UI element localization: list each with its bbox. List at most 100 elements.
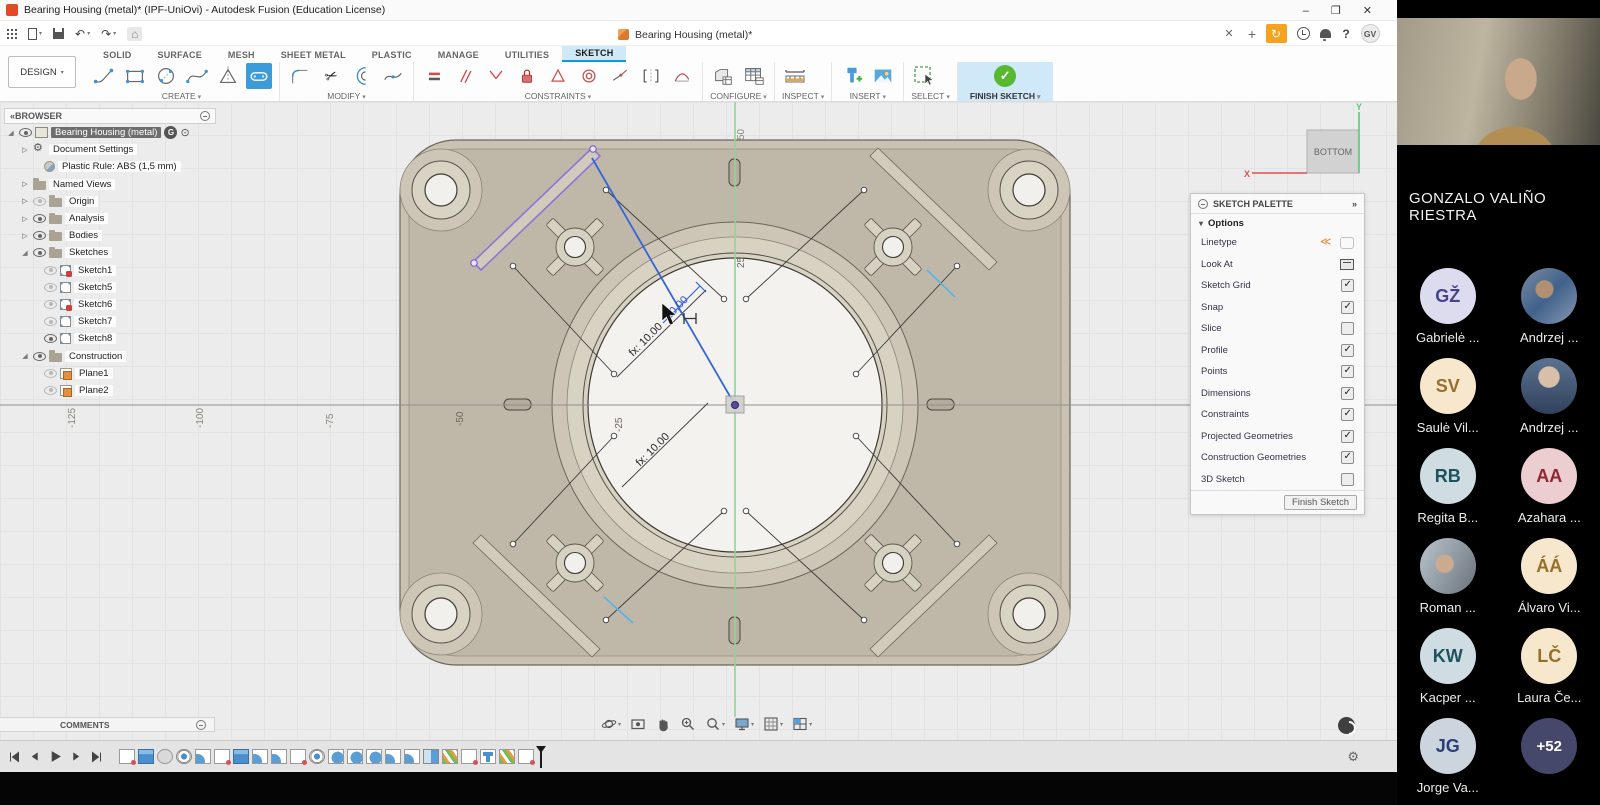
browser-node-label[interactable]: Document Settings <box>49 144 137 155</box>
comments-minus-icon[interactable] <box>196 720 206 730</box>
timeline-feature-icon[interactable] <box>518 749 534 764</box>
browser-row[interactable]: Analysis ⊙ <box>4 210 216 227</box>
browser-node-label[interactable]: Sketch8 <box>74 333 116 344</box>
browser-row[interactable]: Sketch5 ⊙ <box>4 279 216 296</box>
palette-option-control[interactable] <box>1341 430 1354 443</box>
browser-node-label[interactable]: Sketch7 <box>74 316 116 327</box>
view-cube[interactable]: BOTTOM X Y <box>1244 102 1362 179</box>
palette-option-control[interactable] <box>1341 344 1354 357</box>
timeline-feature-icon[interactable] <box>423 749 439 764</box>
pan-button[interactable] <box>652 714 674 734</box>
palette-option-control[interactable] <box>1340 259 1354 270</box>
browser-row[interactable]: Plastic Rule: ABS (1,5 mm) ⊙ <box>4 158 216 175</box>
browser-row[interactable]: Sketch1 ⊙ <box>4 262 216 279</box>
browser-row[interactable]: Sketch8 ⊙ <box>4 330 216 347</box>
browser-minus-icon[interactable] <box>200 111 210 121</box>
play-button[interactable] <box>49 750 62 763</box>
browser-row[interactable]: Origin ⊙ <box>4 193 216 210</box>
participant-tile[interactable]: KW Kacper ... <box>1399 628 1497 714</box>
timeline-feature-icon[interactable] <box>404 749 420 764</box>
browser-node-label[interactable]: Sketches <box>65 247 112 258</box>
timeline-feature-icon[interactable] <box>366 749 382 764</box>
timeline-feature-icon[interactable] <box>309 749 325 764</box>
participant-tile[interactable]: JG Jorge Va... <box>1399 718 1497 804</box>
ribbon-tab[interactable]: MANAGE <box>425 48 492 62</box>
visibility-eye-icon[interactable] <box>44 300 57 309</box>
look-at-button[interactable] <box>627 714 649 734</box>
create-group-label[interactable]: CREATE <box>91 90 272 101</box>
participant-tile[interactable]: Andrzej ... <box>1500 358 1598 444</box>
new-tab-button[interactable]: + <box>1243 21 1261 46</box>
timeline-feature-icon[interactable] <box>233 749 249 764</box>
palette-minus-icon[interactable] <box>1198 199 1208 209</box>
visibility-eye-icon[interactable] <box>33 248 46 257</box>
comments-bar[interactable]: COMMENTS <box>0 717 215 732</box>
browser-row[interactable]: Plane2 ⊙ <box>4 382 216 399</box>
orbit-button[interactable]: ▾ <box>598 714 624 734</box>
participant-tile[interactable]: AA Azahara ... <box>1500 448 1598 534</box>
browser-row[interactable]: Named Views ⊙ <box>4 176 216 193</box>
undo-button[interactable]: ↶▾ <box>75 27 90 41</box>
palette-option-control[interactable] <box>1341 322 1354 335</box>
timeline-feature-icon[interactable] <box>176 749 192 764</box>
visibility-eye-icon[interactable] <box>19 128 32 137</box>
ribbon-tab[interactable]: PLASTIC <box>359 48 425 62</box>
browser-node-label[interactable]: Plane2 <box>75 385 113 396</box>
browser-node-label[interactable]: Plane1 <box>75 368 113 379</box>
workspace-selector[interactable]: DESIGN▾ <box>8 56 76 88</box>
constraints-group-label[interactable]: CONSTRAINTS <box>421 90 695 101</box>
tab-close-button[interactable]: ✕ <box>1220 21 1238 46</box>
account-avatar[interactable]: GV <box>1358 21 1382 46</box>
offset-tool[interactable] <box>349 63 375 89</box>
participant-tile[interactable]: GŽ Gabrielė ... <box>1399 268 1497 354</box>
corner-hole[interactable] <box>400 573 482 655</box>
palette-header[interactable]: SKETCH PALETTE » <box>1191 194 1364 214</box>
sketch-origin[interactable] <box>726 396 744 413</box>
expand-arrow-icon[interactable] <box>20 180 30 188</box>
configuration-tool[interactable] <box>710 63 736 89</box>
minimize-button[interactable]: – <box>1303 5 1309 17</box>
browser-header[interactable]: « BROWSER <box>4 108 216 124</box>
insert-group-label[interactable]: INSERT <box>839 90 896 101</box>
job-status-icon[interactable]: ↻ <box>1264 21 1288 46</box>
palette-option-control[interactable] <box>1341 365 1354 378</box>
horizontal-vertical-constraint[interactable] <box>421 63 447 89</box>
speaker-video[interactable] <box>1397 18 1600 145</box>
insert-fastener-tool[interactable] <box>839 63 865 89</box>
visibility-eye-icon[interactable] <box>44 266 57 275</box>
browser-row[interactable]: Sketch6 ⊙ <box>4 296 216 313</box>
expand-arrow-icon[interactable] <box>20 215 30 223</box>
browser-row[interactable]: Document Settings ⊙ <box>4 141 216 158</box>
home-button[interactable]: ⌂ <box>127 27 142 41</box>
trim-tool[interactable]: ✂ <box>318 63 344 89</box>
circle-tool[interactable] <box>153 63 179 89</box>
ribbon-tab[interactable]: SURFACE <box>145 48 215 62</box>
modify-group-label[interactable]: MODIFY <box>287 90 406 101</box>
expand-arrow-icon[interactable] <box>20 197 30 205</box>
palette-dock-icon[interactable]: » <box>1352 199 1357 209</box>
browser-node-label[interactable]: Sketch6 <box>74 299 116 310</box>
save-button[interactable] <box>53 28 64 39</box>
visibility-eye-icon[interactable] <box>33 197 46 206</box>
select-tool[interactable] <box>911 63 937 89</box>
selected-endpoint[interactable] <box>590 146 596 152</box>
browser-node-label[interactable]: Plastic Rule: ABS (1,5 mm) <box>58 161 181 172</box>
rectangle-tool[interactable] <box>122 63 148 89</box>
ribbon-tab[interactable]: SKETCH <box>562 46 626 62</box>
timeline-position-marker[interactable] <box>536 746 546 768</box>
perpendicular-constraint[interactable] <box>483 63 509 89</box>
curvature-constraint[interactable] <box>669 63 695 89</box>
skip-to-end-button[interactable] <box>91 751 103 763</box>
line-tool[interactable] <box>91 63 117 89</box>
expand-arrow-icon[interactable] <box>20 352 30 360</box>
spline-tool[interactable] <box>184 63 210 89</box>
parallel-constraint[interactable] <box>452 63 478 89</box>
step-forward-button[interactable] <box>71 751 82 762</box>
fillet-tool[interactable] <box>287 63 313 89</box>
participant-tile[interactable]: SV Saulė Vil... <box>1399 358 1497 444</box>
options-section-header[interactable]: Options <box>1191 214 1364 232</box>
assistant-icon[interactable] <box>1338 717 1355 734</box>
browser-node-label[interactable]: Bodies <box>65 230 102 241</box>
timeline-feature-icon[interactable] <box>195 749 211 764</box>
participant-tile[interactable]: RB Regita B... <box>1399 448 1497 534</box>
